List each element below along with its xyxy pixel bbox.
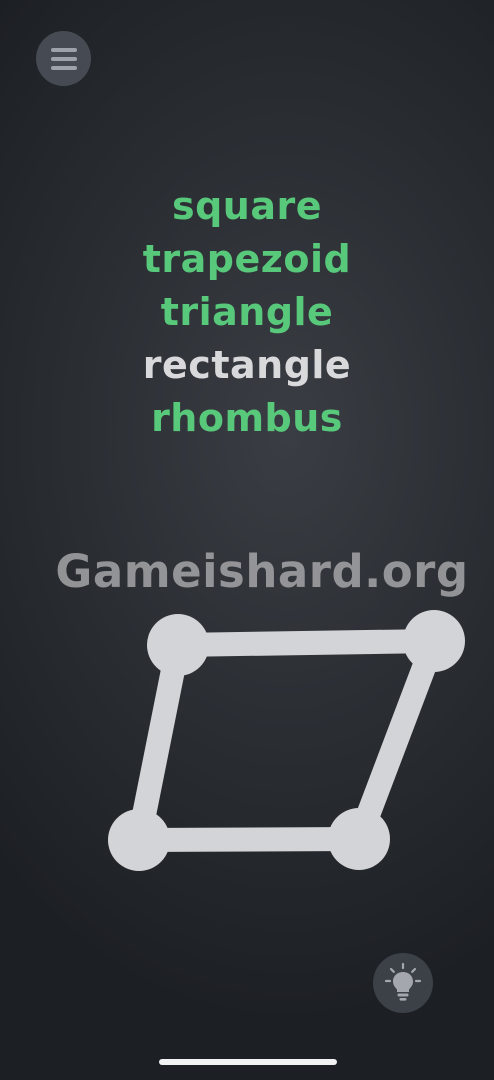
puzzle-edge[interactable] — [177, 629, 435, 657]
puzzle-edge[interactable] — [138, 827, 360, 852]
hint-button[interactable] — [373, 953, 433, 1013]
puzzle-node[interactable] — [108, 809, 170, 871]
puzzle-node[interactable] — [403, 610, 465, 672]
lightbulb-icon — [384, 962, 422, 1001]
puzzle-board[interactable] — [0, 0, 494, 1080]
puzzle-edge[interactable] — [347, 636, 446, 844]
puzzle-node[interactable] — [328, 808, 390, 870]
puzzle-node[interactable] — [147, 614, 209, 676]
home-indicator — [159, 1059, 337, 1065]
